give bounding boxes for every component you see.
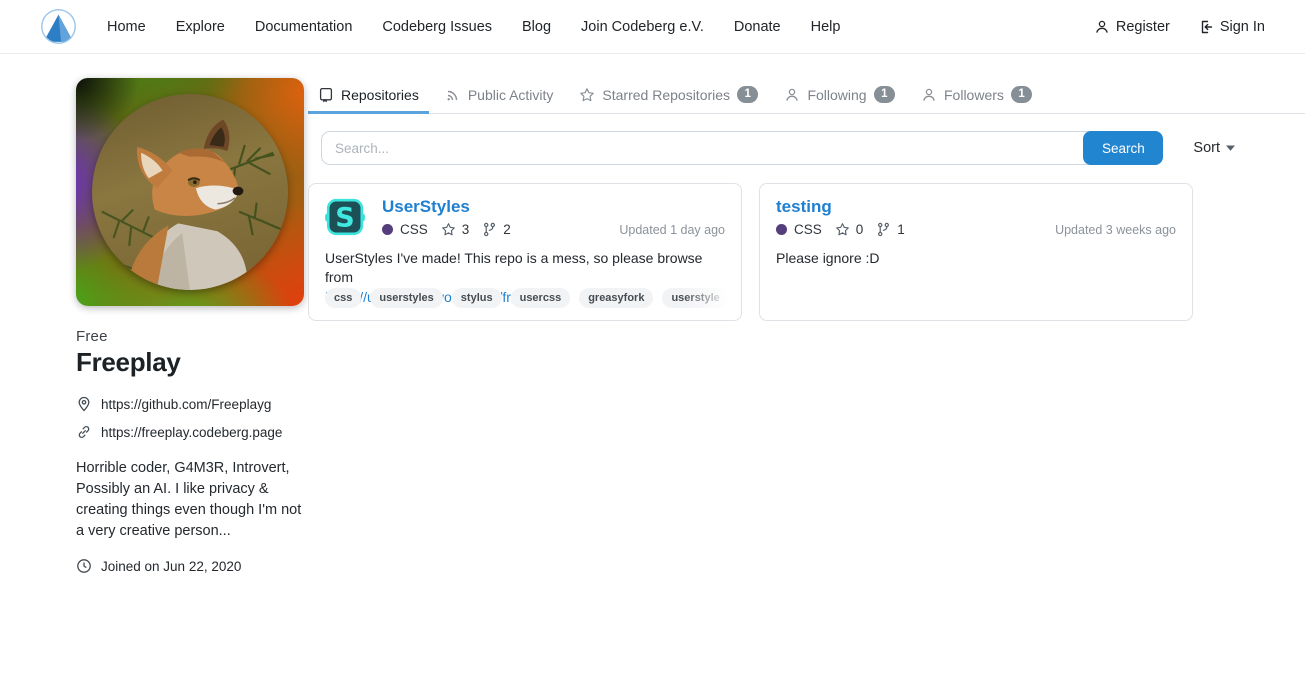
search-row: Search Sort — [308, 131, 1305, 165]
sort-dropdown[interactable]: Sort — [1193, 140, 1235, 156]
profile-tabs: Repositories Public Activity Starred — [308, 78, 1305, 114]
svg-text:S: S — [335, 203, 354, 234]
link-icon — [76, 424, 92, 440]
joined-row: Joined on Jun 22, 2020 — [76, 558, 308, 574]
tab-following-label: Following — [807, 87, 866, 103]
person-icon — [784, 87, 800, 103]
star-count: 3 — [462, 222, 470, 237]
repo-card-head: S UserStyles CSS — [325, 197, 725, 237]
register-label: Register — [1116, 19, 1170, 35]
tab-starred-repositories[interactable]: Starred Repositories 1 — [569, 78, 768, 114]
star-icon — [579, 87, 595, 103]
nav-documentation[interactable]: Documentation — [255, 19, 353, 35]
register-button[interactable]: Register — [1094, 19, 1170, 35]
profile-username: Free — [76, 328, 308, 345]
repo-meta-row: CSS 0 — [776, 222, 1176, 237]
signin-label: Sign In — [1220, 19, 1265, 35]
search-input[interactable] — [322, 132, 1162, 164]
tab-public-activity[interactable]: Public Activity — [435, 78, 564, 114]
repo-head-right: testing CSS 0 — [776, 197, 1176, 237]
avatar — [76, 78, 304, 306]
topic-pill[interactable]: greasyfork — [579, 288, 653, 308]
nav-blog[interactable]: Blog — [522, 19, 551, 35]
updated-timestamp: Updated 1 day ago — [619, 223, 725, 237]
language-label: CSS — [794, 222, 822, 237]
star-icon — [441, 222, 456, 237]
repo-title-link[interactable]: UserStyles — [382, 197, 470, 217]
nav-codeberg-issues[interactable]: Codeberg Issues — [382, 19, 492, 35]
nav-home[interactable]: Home — [107, 19, 146, 35]
language-dot — [382, 224, 393, 235]
tab-repositories-label: Repositories — [341, 87, 419, 103]
repo-card-testing: testing CSS 0 — [759, 183, 1193, 321]
fox-photo — [92, 94, 288, 290]
location-row: https://github.com/Freeplayg — [76, 396, 308, 412]
profile-display-name: Freeplay — [76, 347, 308, 378]
clock-icon — [76, 558, 92, 574]
repo-title-link[interactable]: testing — [776, 197, 832, 217]
star-count: 0 — [856, 222, 864, 237]
topic-pill[interactable]: cascading-style-sheets — [738, 288, 741, 308]
fork-icon — [876, 222, 891, 237]
tab-followers-label: Followers — [944, 87, 1004, 103]
website-row: https://freeplay.codeberg.page — [76, 424, 308, 440]
tab-followers[interactable]: Followers 1 — [911, 78, 1042, 114]
nav-join-codeberg[interactable]: Join Codeberg e.V. — [581, 19, 704, 35]
main-panel: Repositories Public Activity Starred — [308, 78, 1305, 574]
profile-sidebar: Free Freeplay https://github.com/Freepla… — [76, 78, 308, 574]
sort-label: Sort — [1193, 140, 1220, 156]
website-link[interactable]: https://freeplay.codeberg.page — [101, 425, 282, 440]
tab-public-activity-label: Public Activity — [468, 87, 554, 103]
nav-links: Home Explore Documentation Codeberg Issu… — [107, 18, 840, 36]
fork-icon — [482, 222, 497, 237]
person-icon — [921, 87, 937, 103]
search-input-group: Search — [321, 131, 1163, 165]
navbar: Home Explore Documentation Codeberg Issu… — [0, 0, 1305, 54]
repo-meta-row: CSS 3 — [382, 222, 725, 237]
topic-pill[interactable]: usercss — [511, 288, 571, 308]
nav-explore[interactable]: Explore — [176, 19, 225, 35]
tab-starred-label: Starred Repositories — [602, 87, 730, 103]
signin-button[interactable]: Sign In — [1198, 19, 1265, 35]
nav-help[interactable]: Help — [811, 19, 841, 35]
language-label: CSS — [400, 222, 428, 237]
topic-pill[interactable]: userstyle — [662, 288, 728, 308]
userstyles-logo-icon: S — [325, 197, 365, 237]
repo-list: S UserStyles CSS — [308, 183, 1305, 321]
fork-count: 1 — [897, 222, 905, 237]
repo-head-right: UserStyles CSS 3 — [382, 197, 725, 237]
nav-donate[interactable]: Donate — [734, 19, 781, 35]
tab-repositories[interactable]: Repositories — [308, 78, 429, 114]
repo-description: Please ignore :D — [776, 249, 1176, 268]
location-pin-icon — [76, 396, 92, 412]
language-dot — [776, 224, 787, 235]
tab-following[interactable]: Following 1 — [774, 78, 905, 114]
fork-count: 2 — [503, 222, 511, 237]
repo-icon — [318, 87, 334, 103]
repo-topics: css userstyles stylus usercss greasyfork… — [325, 288, 741, 308]
following-count-badge: 1 — [874, 86, 895, 104]
content: Free Freeplay https://github.com/Freepla… — [0, 54, 1305, 574]
joined-text: Joined on Jun 22, 2020 — [101, 559, 241, 574]
sign-in-icon — [1198, 19, 1214, 35]
caret-down-icon — [1226, 145, 1235, 151]
profile-bio: Horrible coder, G4M3R, Introvert, Possib… — [76, 458, 308, 542]
codeberg-logo-icon[interactable] — [40, 8, 77, 45]
nav-right: Register Sign In — [1094, 19, 1265, 35]
search-button[interactable]: Search — [1083, 131, 1163, 165]
location-text: https://github.com/Freeplayg — [101, 397, 271, 412]
person-icon — [1094, 19, 1110, 35]
star-icon — [835, 222, 850, 237]
topic-pill[interactable]: userstyles — [370, 288, 442, 308]
profile-details: https://github.com/Freeplayg https://fre… — [76, 396, 308, 440]
updated-timestamp: Updated 3 weeks ago — [1055, 223, 1176, 237]
repo-card-userstyles: S UserStyles CSS — [308, 183, 742, 321]
rss-icon — [445, 87, 461, 103]
repo-description-text: UserStyles I've made! This repo is a mes… — [325, 249, 725, 288]
topic-pill[interactable]: stylus — [452, 288, 502, 308]
topic-pill[interactable]: css — [325, 288, 361, 308]
starred-count-badge: 1 — [737, 86, 758, 104]
followers-count-badge: 1 — [1011, 86, 1032, 104]
